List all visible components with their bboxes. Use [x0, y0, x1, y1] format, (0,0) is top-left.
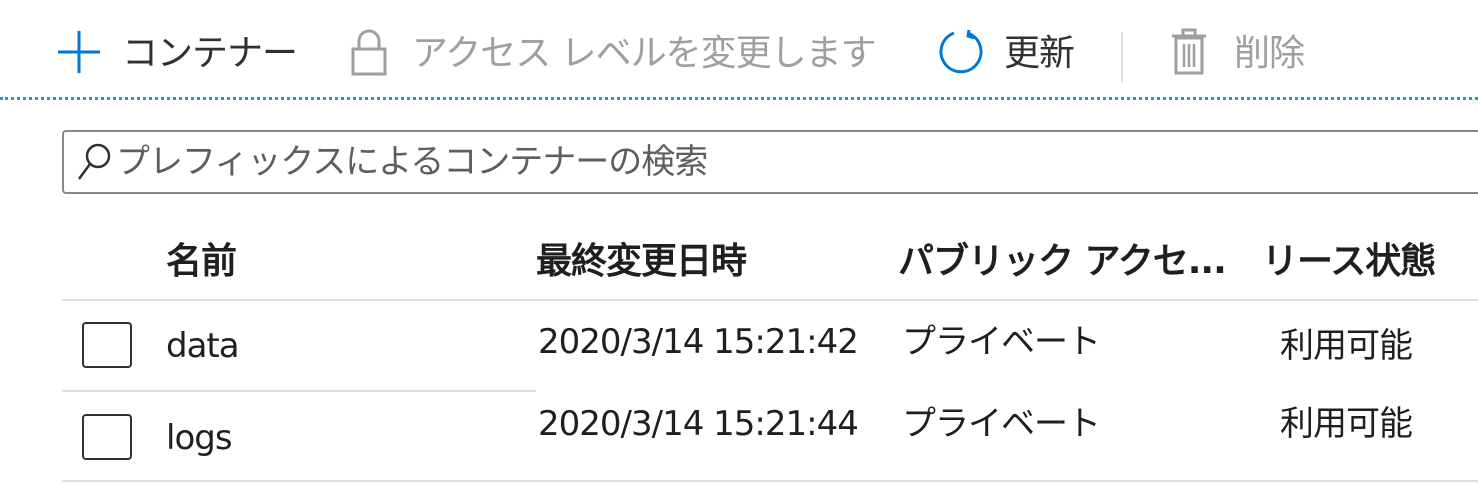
header-divider [62, 299, 1478, 301]
row-divider [62, 390, 536, 392]
row-checkbox[interactable] [82, 322, 132, 368]
add-container-label: コンテナー [122, 33, 298, 74]
toolbar-divider [1121, 32, 1123, 82]
lease-state-cell: 利用可能 [1280, 404, 1413, 444]
trash-icon [1170, 28, 1208, 80]
refresh-button[interactable]: 更新 [936, 22, 1075, 86]
modified-cell: 2020/3/14 15:21:42 [538, 322, 859, 362]
change-access-level-label: アクセス レベルを変更します [412, 33, 877, 74]
column-header-lease-state[interactable]: リース状態 [1262, 232, 1436, 284]
column-header-modified[interactable]: 最終変更日時 [536, 232, 747, 284]
modified-cell: 2020/3/14 15:21:44 [538, 404, 859, 444]
container-name-link[interactable]: logs [166, 418, 233, 458]
change-access-level-button[interactable]: アクセス レベルを変更します [350, 22, 877, 86]
public-access-cell: プライベート [902, 322, 1101, 362]
search-input[interactable] [116, 138, 1416, 186]
plus-icon [56, 29, 102, 79]
refresh-icon [936, 27, 986, 81]
search-icon [76, 142, 112, 186]
column-header-name[interactable]: 名前 [166, 232, 237, 284]
row-divider [62, 480, 1478, 482]
search-box[interactable] [62, 130, 1478, 194]
public-access-cell: プライベート [902, 404, 1101, 444]
column-header-public-access[interactable]: パブリック アクセ... [898, 232, 1227, 284]
container-name-link[interactable]: data [166, 326, 240, 366]
lock-icon [350, 27, 388, 81]
lease-state-cell: 利用可能 [1280, 326, 1413, 366]
toolbar-focus-border [0, 97, 1478, 100]
add-container-button[interactable]: コンテナー [56, 22, 298, 86]
row-checkbox[interactable] [82, 414, 132, 460]
delete-button[interactable]: 削除 [1170, 22, 1305, 86]
delete-label: 削除 [1234, 33, 1305, 74]
refresh-label: 更新 [1004, 33, 1075, 74]
